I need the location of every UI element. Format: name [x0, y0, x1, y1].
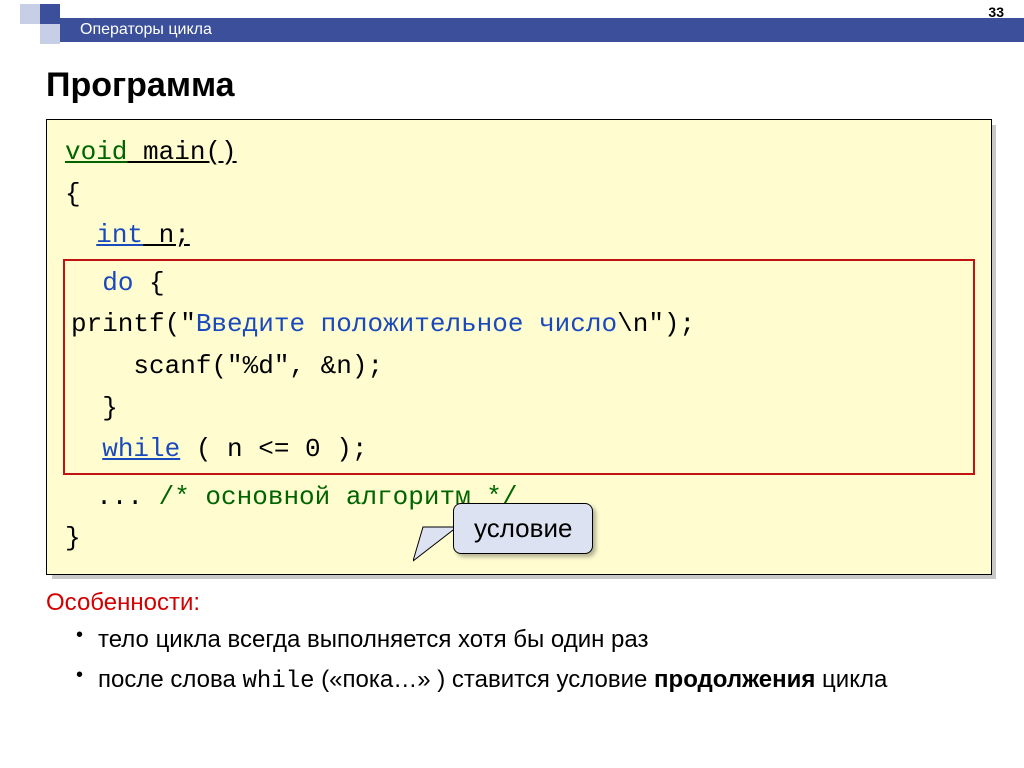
- deco-square: [40, 4, 60, 24]
- code-line: scanf("%d", &n);: [71, 346, 967, 388]
- keyword-void: void: [65, 137, 127, 167]
- string-literal: Введите положительное число: [196, 309, 617, 339]
- code-text: n;: [143, 220, 190, 250]
- list-item: тело цикла всегда выполняется хотя бы од…: [76, 623, 992, 657]
- code-line: while ( n <= 0 );: [71, 429, 967, 471]
- callout-condition: условие: [453, 503, 593, 555]
- features-heading: Особенности:: [46, 589, 992, 617]
- code-line: {: [65, 174, 973, 216]
- code-line: int n;: [65, 215, 973, 257]
- text: цикла: [815, 666, 887, 693]
- features-list: тело цикла всегда выполняется хотя бы од…: [46, 623, 992, 698]
- code-text: \n");: [617, 309, 695, 339]
- code-text: printf(": [71, 309, 196, 339]
- slide-content: Программа void main() { int n; do { prin…: [0, 52, 1024, 698]
- keyword-int: int: [96, 220, 143, 250]
- code-text: {: [133, 268, 164, 298]
- page-number: 33: [988, 4, 1004, 20]
- slide-page: Операторы цикла 33 Программа void main()…: [0, 0, 1024, 768]
- code-line: }: [71, 388, 967, 430]
- deco-square: [40, 24, 60, 44]
- deco-square: [20, 4, 40, 24]
- code-line: printf("Введите положительное число\n");: [71, 304, 967, 346]
- code-line: do {: [71, 263, 967, 305]
- page-title: Программа: [46, 66, 992, 105]
- text: после слова: [98, 666, 242, 693]
- code-line: void main(): [65, 132, 973, 174]
- code-text: ...: [65, 482, 159, 512]
- keyword-while: while: [102, 434, 180, 464]
- text: («пока…» ) ставится условие: [315, 666, 655, 693]
- slide-header: Операторы цикла 33: [0, 0, 1024, 52]
- keyword-do: do: [102, 268, 133, 298]
- code-text: main(): [127, 137, 236, 167]
- code-block-wrap: void main() { int n; do { printf("Введит…: [46, 119, 992, 575]
- code-text: ( n <= 0 );: [180, 434, 367, 464]
- code-block: void main() { int n; do { printf("Введит…: [46, 119, 992, 575]
- text-bold: продолжения: [654, 666, 815, 693]
- list-item: после слова while («пока…» ) ставится ус…: [76, 663, 992, 699]
- breadcrumb: Операторы цикла: [80, 21, 212, 39]
- inline-code: while: [242, 668, 314, 695]
- header-bar: Операторы цикла: [60, 18, 1024, 42]
- highlight-box: do { printf("Введите положительное число…: [63, 259, 975, 475]
